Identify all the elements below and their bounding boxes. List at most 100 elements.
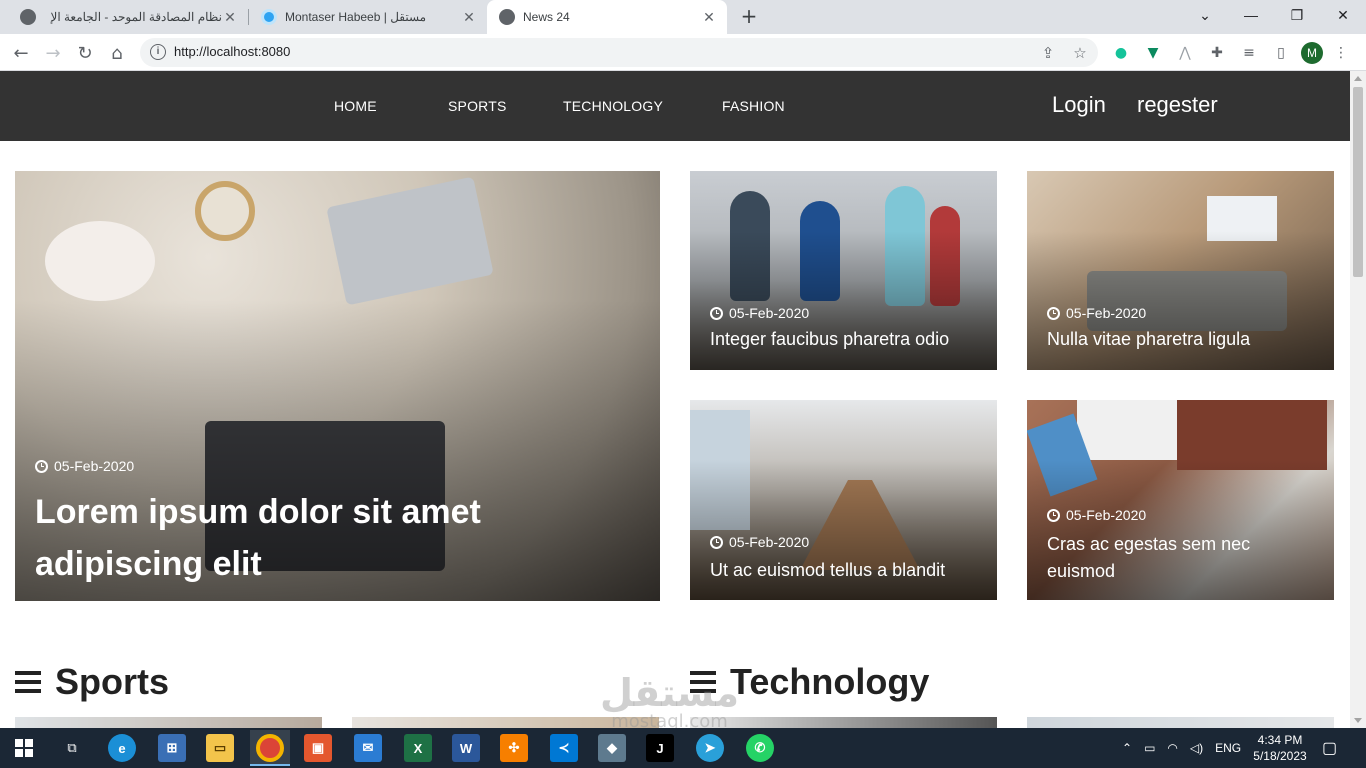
side-panel-icon[interactable]: ▯ bbox=[1270, 42, 1292, 64]
close-tab-icon[interactable]: ✕ bbox=[461, 9, 477, 26]
vue-devtools-icon[interactable]: ▼ bbox=[1142, 42, 1164, 64]
tray-chevron-icon[interactable]: ⌃ bbox=[1122, 741, 1132, 755]
close-tab-icon[interactable]: ✕ bbox=[222, 9, 238, 26]
wifi-icon[interactable]: ◠ bbox=[1167, 741, 1177, 755]
article-headline[interactable]: Lorem ipsum dolor sit amet adipiscing el… bbox=[35, 486, 481, 590]
site-info-icon[interactable]: i bbox=[150, 44, 166, 60]
headline-line: Cras ac egestas sem nec bbox=[1047, 534, 1251, 554]
clock-icon bbox=[1047, 306, 1060, 320]
minimize-icon[interactable]: — bbox=[1228, 0, 1274, 30]
bookmark-star-icon[interactable]: ☆ bbox=[1070, 43, 1090, 63]
close-tab-icon[interactable]: ✕ bbox=[701, 9, 717, 26]
article-date: 05-Feb-2020 bbox=[710, 534, 809, 550]
clock-icon bbox=[710, 306, 723, 320]
scroll-up-icon[interactable] bbox=[1354, 76, 1362, 81]
back-icon[interactable]: ← bbox=[8, 40, 34, 66]
section-title-text: Sports bbox=[55, 661, 170, 702]
whatsapp-icon[interactable]: ✆ bbox=[746, 734, 774, 762]
featured-main-card[interactable]: 05-Feb-2020 Lorem ipsum dolor sit amet a… bbox=[15, 171, 660, 601]
nav-home[interactable]: HOME bbox=[334, 98, 377, 114]
battery-icon[interactable]: ▭ bbox=[1144, 741, 1155, 755]
system-tray: ⌃ ▭ ◠ ◁) ENG bbox=[1122, 728, 1241, 768]
nav-sports[interactable]: SPORTS bbox=[448, 98, 507, 114]
browser-tab-news24[interactable]: News 24 ✕ bbox=[487, 0, 727, 34]
nav-technology[interactable]: TECHNOLOGY bbox=[563, 98, 663, 114]
browser-tab-university[interactable]: نظام المصادقة الموحد - الجامعة الإ ✕ bbox=[8, 0, 248, 34]
featured-card-conference[interactable]: 05-Feb-2020 Ut ac euismod tellus a bland… bbox=[690, 400, 997, 600]
watermark-arabic: مستقل bbox=[600, 671, 739, 715]
menu-bars-icon bbox=[15, 671, 41, 693]
volume-icon[interactable]: ◁) bbox=[1190, 741, 1203, 755]
browser-tab-mostaql[interactable]: Montaser Habeeb | مستقل ✕ bbox=[249, 0, 487, 34]
restore-icon[interactable]: ❐ bbox=[1274, 0, 1320, 30]
profile-avatar[interactable]: M bbox=[1301, 42, 1323, 64]
notification-icon[interactable]: ▢ bbox=[1322, 728, 1337, 768]
store-icon[interactable]: ⊞ bbox=[158, 734, 186, 762]
grammarly-icon[interactable]: ● bbox=[1110, 42, 1132, 64]
taskbar-clock[interactable]: 4:34 PM 5/18/2023 bbox=[1250, 732, 1310, 764]
extension-icon[interactable]: ⋀ bbox=[1174, 42, 1196, 64]
featured-card-sports[interactable]: 05-Feb-2020 Integer faucibus pharetra od… bbox=[690, 171, 997, 370]
chrome-icon[interactable] bbox=[256, 734, 284, 762]
scrollbar-thumb[interactable] bbox=[1353, 87, 1363, 277]
sports-thumbnail[interactable] bbox=[15, 717, 322, 728]
xampp-icon[interactable]: ✣ bbox=[500, 734, 528, 762]
globe-icon bbox=[20, 9, 36, 25]
site-navbar: HOME SPORTS TECHNOLOGY FASHION Login reg… bbox=[0, 71, 1350, 141]
clock-time: 4:34 PM bbox=[1257, 733, 1303, 747]
date-text: 05-Feb-2020 bbox=[54, 458, 135, 474]
featured-card-desk[interactable]: 05-Feb-2020 Cras ac egestas sem nec euis… bbox=[1027, 400, 1334, 600]
clock-icon bbox=[1047, 508, 1060, 522]
article-date: 05-Feb-2020 bbox=[35, 458, 134, 474]
vscode-icon[interactable]: ≺ bbox=[550, 734, 578, 762]
tea-cup-image bbox=[195, 181, 255, 241]
register-link[interactable]: regester bbox=[1137, 92, 1218, 118]
headline-line: adipiscing elit bbox=[35, 545, 262, 583]
scroll-down-icon[interactable] bbox=[1354, 718, 1362, 723]
word-icon[interactable]: W bbox=[452, 734, 480, 762]
article-headline[interactable]: Ut ac euismod tellus a blandit bbox=[710, 560, 945, 581]
browser-menu-icon[interactable]: ⋮ bbox=[1330, 42, 1352, 64]
article-headline[interactable]: Integer faucibus pharetra odio bbox=[710, 329, 949, 350]
mail-icon[interactable]: ✉ bbox=[354, 734, 382, 762]
jetbrains-icon[interactable]: J bbox=[646, 734, 674, 762]
telegram-icon[interactable]: ➤ bbox=[696, 734, 724, 762]
mostaql-watermark: مستقل mostaql.com bbox=[600, 673, 739, 728]
forward-icon[interactable]: → bbox=[40, 40, 66, 66]
clock-icon bbox=[35, 459, 48, 473]
nav-fashion[interactable]: FASHION bbox=[722, 98, 785, 114]
task-view-icon[interactable]: ⧉ bbox=[58, 734, 86, 762]
reload-icon[interactable]: ↻ bbox=[72, 40, 98, 66]
file-explorer-icon[interactable]: ▭ bbox=[206, 734, 234, 762]
media-controls-icon[interactable]: ≡ bbox=[1238, 42, 1260, 64]
url-text[interactable]: http://localhost:8080 bbox=[174, 44, 290, 59]
new-tab-icon[interactable]: + bbox=[738, 6, 760, 28]
article-headline[interactable]: Nulla vitae pharetra ligula bbox=[1047, 329, 1250, 350]
edge-icon[interactable]: e bbox=[108, 734, 136, 762]
featured-card-meeting[interactable]: 05-Feb-2020 Nulla vitae pharetra ligula bbox=[1027, 171, 1334, 370]
login-link[interactable]: Login bbox=[1052, 92, 1106, 118]
tab-search-icon[interactable]: ⌄ bbox=[1182, 0, 1228, 30]
excel-icon[interactable]: X bbox=[404, 734, 432, 762]
headline-line: euismod bbox=[1047, 561, 1116, 581]
language-indicator[interactable]: ENG bbox=[1215, 741, 1241, 755]
article-date: 05-Feb-2020 bbox=[710, 305, 809, 321]
app-icon[interactable]: ▣ bbox=[304, 734, 332, 762]
virtualbox-icon[interactable]: ◆ bbox=[598, 734, 626, 762]
share-icon[interactable]: ⇪ bbox=[1038, 43, 1058, 63]
clock-icon bbox=[710, 535, 723, 549]
address-bar[interactable]: i http://localhost:8080 ⇪ ☆ bbox=[140, 38, 1098, 67]
home-icon[interactable]: ⌂ bbox=[104, 40, 130, 66]
clock-date: 5/18/2023 bbox=[1253, 749, 1307, 763]
technology-thumbnail[interactable] bbox=[1027, 717, 1334, 728]
tablet-image bbox=[326, 176, 494, 306]
puzzle-extensions-icon[interactable]: ✚ bbox=[1206, 42, 1228, 64]
windows-start-icon[interactable] bbox=[10, 734, 38, 762]
page-scrollbar[interactable] bbox=[1350, 71, 1366, 728]
article-date: 05-Feb-2020 bbox=[1047, 507, 1146, 523]
article-headline[interactable]: Cras ac egestas sem nec euismod bbox=[1047, 531, 1250, 585]
mostaql-icon bbox=[261, 9, 277, 25]
globe-icon bbox=[499, 9, 515, 25]
close-window-icon[interactable]: ✕ bbox=[1320, 0, 1366, 30]
date-text: 05-Feb-2020 bbox=[1066, 507, 1147, 523]
